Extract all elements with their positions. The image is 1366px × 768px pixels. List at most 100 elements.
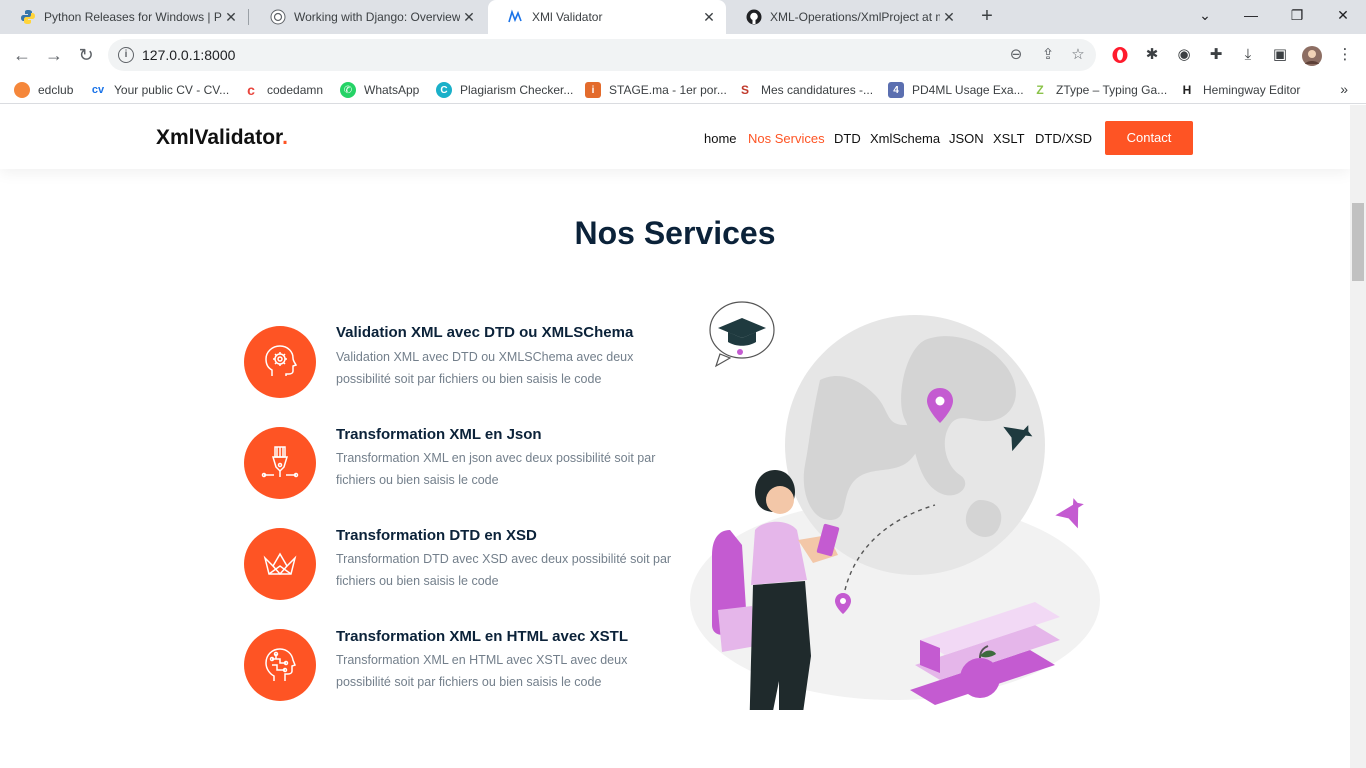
- section-title: Nos Services: [574, 215, 776, 251]
- url-text: 127.0.0.1:8000: [142, 47, 236, 63]
- service-description: Transformation DTD avec XSD avec deux po…: [336, 552, 672, 588]
- candidatures-icon: S: [737, 82, 753, 98]
- tab-python-releases[interactable]: Python Releases for Windows | Py ✕: [0, 0, 248, 34]
- page-viewport: XmlValidator. home Nos Services DTD XmlS…: [0, 105, 1350, 768]
- nav-xslt[interactable]: XSLT: [993, 131, 1025, 146]
- close-icon[interactable]: ✕: [940, 9, 958, 26]
- bookmark-item[interactable]: c codedamn: [243, 81, 323, 99]
- scrollbar-thumb[interactable]: [1352, 203, 1364, 281]
- service-title: Transformation DTD en XSD: [336, 527, 537, 544]
- xml-validator-icon: [508, 9, 524, 25]
- stage-icon: i: [585, 82, 601, 98]
- nav-home[interactable]: home: [704, 131, 737, 146]
- service-title: Validation XML avec DTD ou XMLSChema: [336, 324, 634, 341]
- codedamn-icon: c: [243, 82, 259, 98]
- bookmark-item[interactable]: Z ZType – Typing Ga...: [1032, 81, 1167, 99]
- extension-bug-icon[interactable]: ✱: [1143, 46, 1161, 64]
- python-icon: [20, 9, 36, 25]
- bookmark-star-icon[interactable]: ☆: [1068, 45, 1088, 65]
- origami-crown-icon: [244, 528, 316, 600]
- bookmark-label: Hemingway Editor: [1203, 83, 1301, 97]
- bookmark-label: PD4ML Usage Exa...: [912, 83, 1024, 97]
- bookmarks-bar: edclub cv Your public CV - CV... c coded…: [0, 76, 1366, 104]
- bookmark-label: edclub: [38, 83, 74, 97]
- close-icon[interactable]: ✕: [700, 9, 718, 26]
- back-arrow-icon[interactable]: ←: [10, 43, 34, 67]
- bookmark-item[interactable]: edclub: [14, 81, 73, 99]
- tab-title: XMl Validator: [532, 10, 603, 24]
- nav-nos-services[interactable]: Nos Services: [748, 131, 825, 146]
- menu-kebab-icon[interactable]: ⋮: [1336, 46, 1354, 64]
- close-icon[interactable]: ✕: [222, 9, 240, 26]
- tab-title: Python Releases for Windows | Py: [44, 10, 222, 24]
- new-tab-button[interactable]: +: [976, 5, 998, 27]
- logo-text: XmlValidator: [156, 126, 283, 149]
- hemingway-icon: H: [1179, 82, 1195, 98]
- github-icon: [746, 9, 762, 25]
- nav-json[interactable]: JSON: [949, 131, 984, 146]
- bookmark-label: Plagiarism Checker...: [460, 83, 574, 97]
- tab-django-overview[interactable]: Working with Django: Overview ✕: [250, 0, 486, 34]
- nav-dtd[interactable]: DTD: [834, 131, 861, 146]
- brain-gear-icon: [244, 326, 316, 398]
- bookmark-item[interactable]: 4 PD4ML Usage Exa...: [888, 81, 1024, 99]
- bookmark-item[interactable]: S Mes candidatures -...: [737, 81, 873, 99]
- puzzle-extensions-icon[interactable]: ✚: [1207, 46, 1225, 64]
- service-description: Transformation XML en HTML avec XSTL ave…: [336, 653, 628, 689]
- site-info-icon[interactable]: i: [118, 47, 134, 63]
- bookmark-label: Mes candidatures -...: [761, 83, 874, 97]
- ztype-icon: Z: [1032, 82, 1048, 98]
- logo-dot: .: [282, 126, 288, 149]
- pen-tool-icon: [244, 427, 316, 499]
- opera-icon[interactable]: [1111, 46, 1129, 64]
- more-bookmarks-chevron-icon[interactable]: »: [1340, 81, 1348, 97]
- bookmark-label: ZType – Typing Ga...: [1056, 83, 1168, 97]
- bookmark-label: WhatsApp: [364, 83, 420, 97]
- plagiarism-icon: C: [436, 82, 452, 98]
- page-scrollbar[interactable]: [1350, 105, 1366, 768]
- whatsapp-icon: ✆: [340, 82, 356, 98]
- browser-toolbar: ← → ↻ i 127.0.0.1:8000 ⊖ ⇪ ☆ ✱ ◉ ✚ ⤓ ▣ ⋮: [0, 34, 1366, 76]
- bookmark-item[interactable]: H Hemingway Editor: [1179, 81, 1300, 99]
- bookmark-label: codedamn: [267, 83, 324, 97]
- site-logo[interactable]: XmlValidator.: [156, 126, 288, 150]
- restore-icon[interactable]: ❐: [1274, 0, 1320, 34]
- bookmark-item[interactable]: cv Your public CV - CV...: [90, 81, 229, 99]
- bookmark-label: Your public CV - CV...: [114, 83, 230, 97]
- tab-title: XML-Operations/XmlProject at m: [770, 10, 940, 24]
- service-title: Transformation XML en Json: [336, 426, 542, 443]
- bookmark-label: STAGE.ma - 1er por...: [609, 83, 727, 97]
- forward-arrow-icon[interactable]: →: [42, 43, 66, 67]
- nav-xmlschema[interactable]: XmlSchema: [870, 131, 940, 146]
- download-icon[interactable]: ⤓: [1239, 46, 1257, 64]
- service-description: Transformation XML en json avec deux pos…: [336, 451, 656, 487]
- bookmark-item[interactable]: ✆ WhatsApp: [340, 81, 419, 99]
- pd4ml-icon: 4: [888, 82, 904, 98]
- tab-search-chevron-icon[interactable]: ⌄: [1182, 0, 1228, 34]
- chatgpt-icon: [270, 9, 286, 25]
- head-circuit-icon: [244, 629, 316, 701]
- student-globe-illustration: [680, 300, 1120, 765]
- cv-icon: cv: [90, 82, 106, 98]
- tab-xml-validator[interactable]: XMl Validator ✕: [488, 0, 726, 34]
- bookmark-item[interactable]: C Plagiarism Checker...: [436, 81, 573, 99]
- tab-github-xml-operations[interactable]: XML-Operations/XmlProject at m ✕: [726, 0, 966, 34]
- tab-separator: [248, 9, 249, 25]
- bookmark-item[interactable]: i STAGE.ma - 1er por...: [585, 81, 727, 99]
- minimize-icon[interactable]: —: [1228, 0, 1274, 34]
- service-title: Transformation XML en HTML avec XSTL: [336, 628, 629, 645]
- share-icon[interactable]: ⇪: [1038, 45, 1058, 65]
- close-icon[interactable]: ✕: [460, 9, 478, 26]
- zoom-icon[interactable]: ⊖: [1006, 45, 1026, 65]
- side-panel-icon[interactable]: ▣: [1271, 46, 1289, 64]
- reload-icon[interactable]: ↻: [74, 43, 98, 67]
- close-window-icon[interactable]: ✕: [1320, 0, 1366, 34]
- site-header: XmlValidator. home Nos Services DTD XmlS…: [0, 105, 1350, 169]
- address-bar[interactable]: i 127.0.0.1:8000 ⊖ ⇪ ☆: [108, 39, 1096, 71]
- nav-dtd-xsd[interactable]: DTD/XSD: [1035, 131, 1092, 146]
- contact-button[interactable]: Contact: [1105, 121, 1193, 155]
- avatar[interactable]: [1302, 46, 1322, 66]
- tab-title: Working with Django: Overview: [294, 10, 460, 24]
- service-description: Validation XML avec DTD ou XMLSChema ave…: [336, 350, 634, 386]
- camera-icon[interactable]: ◉: [1175, 46, 1193, 64]
